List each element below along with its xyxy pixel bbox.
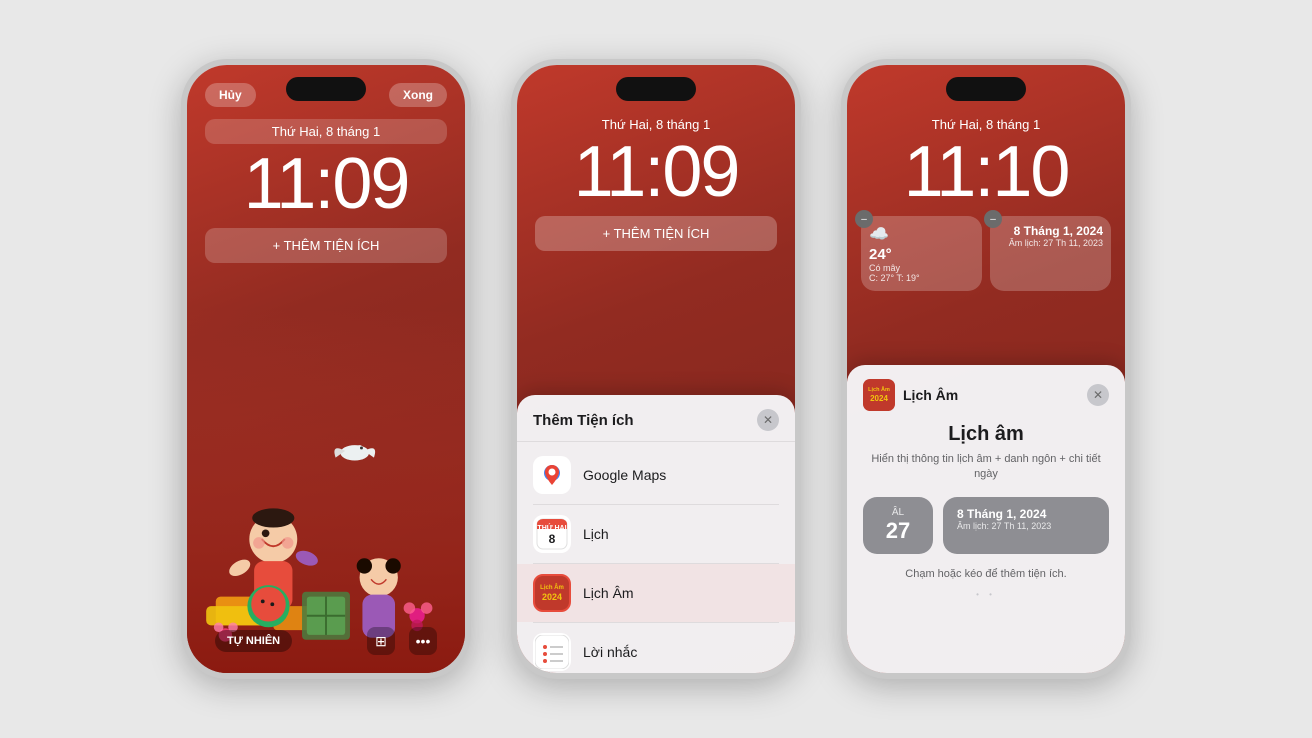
licham-label: Lịch Âm	[583, 585, 634, 601]
phone-3: Thứ Hai, 8 tháng 1 11:10 – ☁️ 24° Có mây…	[841, 59, 1131, 679]
illustration	[187, 293, 465, 673]
add-widget-popup: Thêm Tiện ích ✕ Google Maps	[517, 395, 795, 679]
popup-title: Thêm Tiện ích	[533, 412, 634, 429]
licham-icon: Lịch Âm 2024	[533, 574, 571, 612]
licham-detail-popup: Lịch Âm 2024 Lịch Âm ✕ Lịch âm Hiển thị …	[847, 365, 1125, 679]
weather-widget: – ☁️ 24° Có mây C: 27° T: 19°	[861, 216, 982, 291]
reminders-icon	[533, 633, 571, 671]
dynamic-island-2	[616, 77, 696, 101]
calendar-widget: – 8 Tháng 1, 2024 Âm lịch: 27 Th 11, 202…	[990, 216, 1111, 291]
preview-large-widget: 8 Tháng 1, 2024 Âm lịch: 27 Th 11, 2023	[943, 497, 1109, 554]
phone3-time: 11:10	[847, 136, 1125, 208]
googlemaps-icon	[533, 456, 571, 494]
list-item-licham[interactable]: Lịch Âm 2024 Lịch Âm	[517, 564, 795, 622]
svg-text:8: 8	[549, 532, 556, 546]
add-widget-label-1: + THÊM TIỆN ÍCH	[273, 238, 380, 253]
svg-text:THỨ HAI: THỨ HAI	[537, 523, 566, 532]
done-button[interactable]: Xong	[389, 83, 447, 107]
phone1-date: Thứ Hai, 8 tháng 1	[272, 124, 380, 139]
popup-header: Thêm Tiện ích ✕	[517, 395, 795, 442]
widget-row: – ☁️ 24° Có mây C: 27° T: 19° – 8 Tháng …	[861, 216, 1111, 291]
calendar-icon: THỨ HAI 8	[533, 515, 571, 553]
svg-text:Lịch Âm: Lịch Âm	[868, 386, 890, 393]
calendar-widget-remove[interactable]: –	[984, 210, 1002, 228]
add-widget-button-1[interactable]: + THÊM TIỆN ÍCH	[205, 228, 447, 263]
svg-text:2024: 2024	[542, 592, 562, 602]
weather-icon: ☁️	[869, 224, 974, 244]
preview-small-num: 27	[875, 518, 921, 544]
preview-large-lunar: Âm lịch: 27 Th 11, 2023	[957, 521, 1095, 531]
preview-large-date: 8 Tháng 1, 2024	[957, 507, 1095, 521]
reminders-label: Lời nhắc	[583, 644, 637, 660]
calendar-lunar: Âm lịch: 27 Th 11, 2023	[998, 238, 1103, 248]
phone-1: Hủy Xong Thứ Hai, 8 tháng 1 11:09 + THÊM…	[181, 59, 471, 679]
detail-title: Lịch âm	[847, 423, 1125, 446]
list-item-calendar[interactable]: THỨ HAI 8 Lịch	[517, 505, 795, 563]
add-widget-label-2: + THÊM TIỆN ÍCH	[603, 226, 710, 241]
phone-2: Thứ Hai, 8 tháng 1 11:09 + THÊM TIỆN ÍCH…	[511, 59, 801, 679]
phone2-date: Thứ Hai, 8 tháng 1	[517, 117, 795, 132]
calendar-label: Lịch	[583, 526, 609, 542]
add-widget-button-2[interactable]: + THÊM TIỆN ÍCH	[535, 216, 777, 251]
detail-page-dots: • •	[847, 590, 1125, 599]
detail-description: Hiển thị thông tin lịch âm + danh ngôn +…	[847, 452, 1125, 483]
weather-range: C: 27° T: 19°	[869, 273, 974, 283]
dynamic-island-1	[286, 77, 366, 101]
list-item-googlemaps[interactable]: Google Maps	[517, 446, 795, 504]
googlemaps-label: Google Maps	[583, 467, 666, 483]
more-options-icon[interactable]: •••	[409, 627, 437, 655]
weather-desc: Có mây	[869, 263, 974, 273]
phone3-content: Thứ Hai, 8 tháng 1 11:10 – ☁️ 24° Có mây…	[847, 117, 1125, 679]
preview-small-label: ÂL	[875, 507, 921, 518]
weather-temp: 24°	[869, 246, 974, 263]
popup-close-button[interactable]: ✕	[757, 409, 779, 431]
weather-widget-remove[interactable]: –	[855, 210, 873, 228]
detail-close-button[interactable]: ✕	[1087, 384, 1109, 406]
phone1-bottom-bar: TỰ NHIÊN ⊞ •••	[187, 627, 465, 655]
phone2-time: 11:09	[517, 136, 795, 208]
cancel-button[interactable]: Hủy	[205, 83, 256, 107]
dynamic-island-3	[946, 77, 1026, 101]
popup-list: Google Maps THỨ HAI 8 Lịch	[517, 442, 795, 679]
detail-header: Lịch Âm 2024 Lịch Âm ✕	[847, 365, 1125, 419]
svg-text:2024: 2024	[870, 394, 888, 403]
bottom-icons: ⊞ •••	[367, 627, 437, 655]
list-item-reminders[interactable]: Lời nhắc	[517, 623, 795, 679]
detail-app-icon: Lịch Âm 2024	[863, 379, 895, 411]
detail-app-info: Lịch Âm 2024 Lịch Âm	[863, 379, 958, 411]
illustration-svg	[187, 309, 465, 673]
phone1-date-box: Thứ Hai, 8 tháng 1	[205, 119, 447, 144]
detail-app-name: Lịch Âm	[903, 387, 958, 403]
detail-hint: Chạm hoặc kéo để thêm tiện ích.	[847, 568, 1125, 580]
wallpaper-icon[interactable]: ⊞	[367, 627, 395, 655]
svg-text:Lịch Âm: Lịch Âm	[540, 584, 564, 591]
nature-badge: TỰ NHIÊN	[215, 630, 292, 652]
phone1-time: 11:09	[187, 148, 465, 220]
phone3-date: Thứ Hai, 8 tháng 1	[847, 117, 1125, 132]
phone2-content: Thứ Hai, 8 tháng 1 11:09 + THÊM TIỆN ÍCH…	[517, 117, 795, 679]
preview-small-widget: ÂL 27	[863, 497, 933, 554]
calendar-date: 8 Tháng 1, 2024	[998, 224, 1103, 238]
detail-widget-preview: ÂL 27 8 Tháng 1, 2024 Âm lịch: 27 Th 11,…	[863, 497, 1109, 554]
phone1-content: Hủy Xong Thứ Hai, 8 tháng 1 11:09 + THÊM…	[187, 65, 465, 673]
